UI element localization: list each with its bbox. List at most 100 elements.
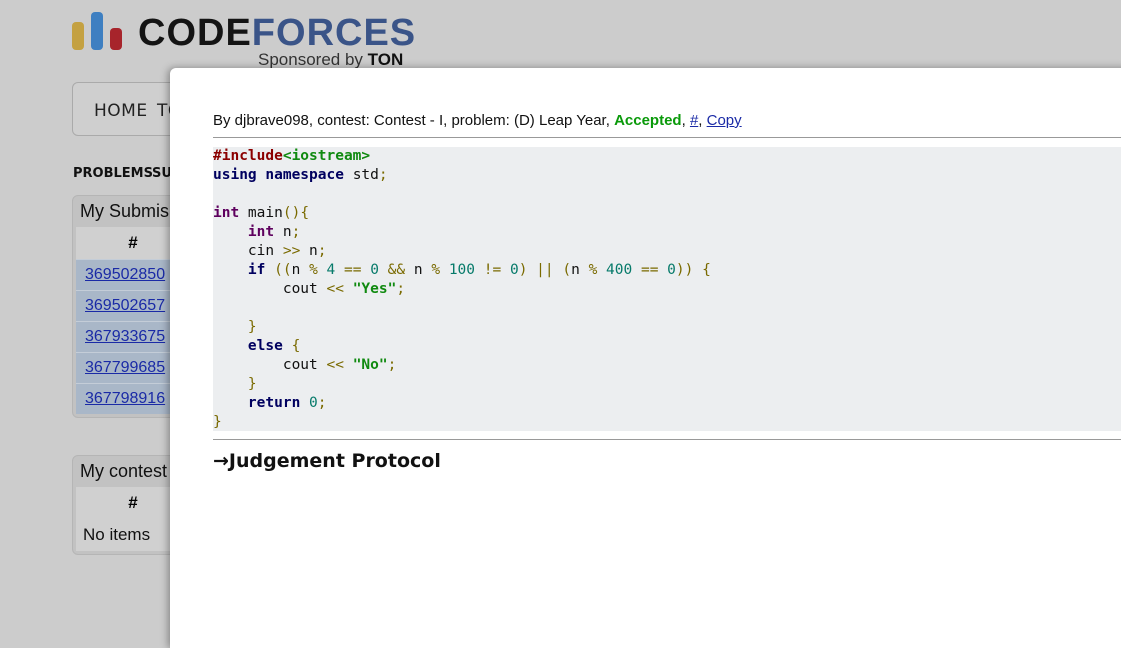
- submission-link[interactable]: 369502657: [85, 297, 165, 314]
- judgement-protocol-label: Judgement Protocol: [228, 450, 441, 472]
- code-token: int: [247, 224, 275, 240]
- code-token: namespace: [265, 167, 344, 183]
- copy-link[interactable]: Copy: [707, 112, 742, 129]
- code-token: if: [247, 262, 266, 278]
- code-token: }: [247, 376, 257, 392]
- code-token: main: [239, 205, 283, 221]
- arrow-right-icon: →: [213, 450, 229, 472]
- code-line: cout << "Yes";: [213, 280, 1121, 299]
- verdict-accepted: Accepted: [614, 112, 682, 129]
- code-token: !=: [483, 262, 502, 278]
- code-token: "Yes": [352, 281, 397, 297]
- code-token: ((: [274, 262, 292, 278]
- source-code-block[interactable]: #include<iostream> using namespace std; in…: [213, 147, 1121, 431]
- code-token: ||: [536, 262, 554, 278]
- code-token: 0: [370, 262, 379, 278]
- code-line: if ((n % 4 == 0 && n % 100 != 0) || (n %…: [213, 261, 1121, 280]
- code-token: )): [675, 262, 694, 278]
- logo-bar-blue: [91, 12, 103, 50]
- logo-bar-yellow: [72, 22, 84, 50]
- code-token: 0: [309, 395, 318, 411]
- code-token: <iostream>: [282, 148, 371, 164]
- code-line: }: [213, 318, 1121, 337]
- logo-wordmark: CODEFORCES: [138, 12, 416, 55]
- sponsor-name: TON: [367, 50, 404, 69]
- code-line: }: [213, 375, 1121, 394]
- code-token: "No": [352, 357, 388, 373]
- code-token: }: [247, 319, 257, 335]
- code-line: return 0;: [213, 394, 1121, 413]
- code-token: n: [405, 262, 432, 278]
- header-divider: [213, 137, 1121, 138]
- code-token: ;: [317, 395, 327, 411]
- sponsor-line: Sponsored by TON: [258, 50, 403, 70]
- submission-info-line: By djbrave098, contest: Contest - I, pro…: [213, 112, 742, 129]
- code-token: else: [247, 338, 283, 354]
- menu-item-home[interactable]: HOME: [94, 101, 148, 121]
- logo-forces-text: FORCES: [251, 12, 417, 54]
- code-token: (){: [282, 205, 310, 221]
- code-token: std: [343, 167, 379, 183]
- code-token: 400: [606, 262, 633, 278]
- code-line: cin >> n;: [213, 242, 1121, 261]
- code-token: 0: [667, 262, 676, 278]
- code-token: ;: [317, 243, 327, 259]
- code-token: }: [213, 414, 222, 430]
- sponsor-prefix: Sponsored by: [258, 50, 363, 69]
- code-token: #include: [213, 148, 283, 164]
- code-token: (: [562, 262, 572, 278]
- link-separator: ,: [698, 112, 703, 129]
- submenu-item-problems[interactable]: PROBLEMS: [73, 166, 153, 181]
- code-token: int: [213, 205, 240, 221]
- code-token: 4: [326, 262, 336, 278]
- submission-source-modal: By djbrave098, contest: Contest - I, pro…: [170, 68, 1121, 648]
- code-token: {: [291, 338, 301, 354]
- code-line: }: [213, 413, 1121, 431]
- submission-link[interactable]: 367933675: [85, 328, 165, 345]
- submission-link[interactable]: 367799685: [85, 359, 165, 376]
- judgement-protocol-toggle[interactable]: →Judgement Protocol: [213, 450, 441, 472]
- submission-info-text: By djbrave098, contest: Contest - I, pro…: [213, 112, 610, 129]
- submission-link[interactable]: 367798916: [85, 390, 165, 407]
- code-line: else {: [213, 337, 1121, 356]
- code-token: <<: [326, 357, 344, 373]
- submission-link[interactable]: 369502850: [85, 266, 165, 283]
- code-token: {: [702, 262, 711, 278]
- logo-bars-icon: [72, 8, 124, 50]
- logo-bar-red: [110, 28, 122, 50]
- code-token: n: [571, 262, 589, 278]
- code-line: cout << "No";: [213, 356, 1121, 375]
- code-token: ==: [344, 262, 362, 278]
- code-token: &&: [387, 262, 406, 278]
- code-line: using namespace std;: [213, 166, 1121, 185]
- code-line: int n;: [213, 223, 1121, 242]
- code-divider: [213, 439, 1121, 440]
- code-token: cout: [213, 281, 327, 297]
- code-token: ==: [640, 262, 659, 278]
- verdict-separator: ,: [681, 112, 686, 129]
- code-token: cin: [213, 243, 283, 259]
- code-token: %: [588, 262, 598, 278]
- code-token: ;: [291, 224, 301, 240]
- code-token: ;: [387, 357, 397, 373]
- code-token: n: [274, 224, 292, 240]
